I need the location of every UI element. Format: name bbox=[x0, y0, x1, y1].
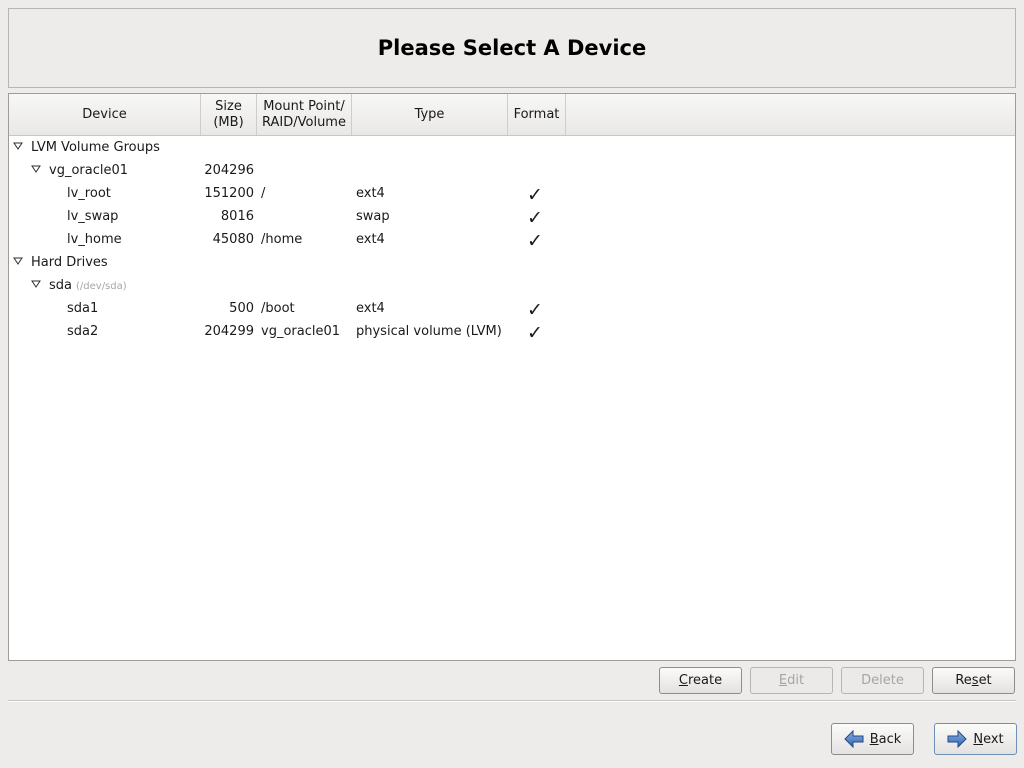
cell-type: ext4 bbox=[356, 301, 385, 316]
delete-button-label: Delete bbox=[861, 673, 904, 688]
cell-type: ext4 bbox=[356, 186, 385, 201]
expander-triangle-icon[interactable] bbox=[31, 163, 41, 173]
cell-mount-point: /boot bbox=[261, 301, 295, 316]
cell-format-check-icon: ✓ bbox=[527, 207, 543, 229]
cell-size: 151200 bbox=[204, 186, 254, 201]
back-rest: ack bbox=[878, 731, 902, 747]
reset-button[interactable]: Reset bbox=[932, 667, 1015, 694]
table-row[interactable]: lv_home 45080/home ext4 ✓ bbox=[9, 229, 1015, 252]
edit-button[interactable]: Edit bbox=[750, 667, 833, 694]
table-row[interactable]: lv_root 151200 / ext4 ✓ bbox=[9, 183, 1015, 206]
cell-device: Hard Drives bbox=[31, 255, 108, 270]
column-format[interactable]: Format bbox=[508, 94, 566, 135]
create-button-label: Create bbox=[679, 673, 722, 688]
create-button[interactable]: Create bbox=[659, 667, 742, 694]
cell-format-check-icon: ✓ bbox=[527, 299, 543, 321]
cell-size: 204299 bbox=[204, 324, 254, 339]
cell-format-check-icon: ✓ bbox=[527, 184, 543, 206]
next-mnemonic: N bbox=[973, 731, 984, 747]
edit-rest: dit bbox=[787, 673, 805, 688]
edit-button-label: Edit bbox=[779, 673, 804, 688]
separator bbox=[8, 700, 1016, 702]
create-mnemonic: C bbox=[678, 673, 688, 688]
table-row[interactable]: LVM Volume Groups bbox=[9, 137, 1015, 160]
cell-mount-point: /home bbox=[261, 232, 303, 247]
reset-post: et bbox=[978, 673, 992, 688]
cell-type: ext4 bbox=[356, 232, 385, 247]
cell-device: vg_oracle01 bbox=[49, 163, 129, 178]
table-row[interactable]: vg_oracle01 204296 bbox=[9, 160, 1015, 183]
back-arrow-icon bbox=[843, 730, 864, 748]
next-arrow-icon bbox=[947, 730, 968, 748]
expander-triangle-icon[interactable] bbox=[13, 140, 23, 150]
next-button[interactable]: Next bbox=[934, 723, 1017, 755]
next-rest: ext bbox=[983, 731, 1004, 747]
cell-device: LVM Volume Groups bbox=[31, 140, 160, 155]
cell-size: 204296 bbox=[204, 163, 254, 178]
cell-size: 8016 bbox=[220, 209, 254, 224]
cell-device-path: (/dev/sda) bbox=[76, 281, 127, 292]
table-row[interactable]: sda (/dev/sda) bbox=[9, 275, 1015, 298]
cell-format-check-icon: ✓ bbox=[527, 230, 543, 252]
create-rest: reate bbox=[687, 673, 723, 688]
back-button-label: Back bbox=[870, 732, 902, 747]
back-button[interactable]: Back bbox=[831, 723, 914, 755]
cell-device: lv_home bbox=[67, 232, 122, 247]
column-size[interactable]: Size (MB) bbox=[201, 94, 257, 135]
expander-triangle-icon[interactable] bbox=[13, 255, 23, 265]
cell-device: sda2 bbox=[67, 324, 99, 339]
cell-type: physical volume (LVM) bbox=[356, 324, 502, 339]
cell-size: 500 bbox=[229, 301, 254, 316]
cell-device: sda1 bbox=[67, 301, 99, 316]
cell-device: lv_root bbox=[67, 186, 111, 201]
edit-mnemonic: E bbox=[778, 673, 788, 688]
reset-pre: Re bbox=[955, 673, 972, 688]
cell-device: lv_swap bbox=[67, 209, 119, 224]
page-title: Please Select A Device bbox=[377, 36, 647, 60]
cell-device: sda bbox=[49, 278, 72, 293]
page-header: Please Select A Device bbox=[8, 8, 1016, 88]
cell-format-check-icon: ✓ bbox=[527, 322, 543, 344]
table-row[interactable]: sda2 204299 vg_oracle01 physical volume (LV… bbox=[9, 321, 1015, 344]
reset-button-label: Reset bbox=[955, 673, 991, 688]
cell-type: swap bbox=[356, 209, 390, 224]
cell-size: 45080 bbox=[212, 232, 254, 247]
table-row[interactable]: Hard Drives bbox=[9, 252, 1015, 275]
reset-mnemonic: s bbox=[971, 673, 979, 688]
column-mount-point[interactable]: Mount Point/ RAID/Volume bbox=[257, 94, 352, 135]
device-tree[interactable]: Device Size (MB) Mount Point/ RAID/Volum… bbox=[8, 93, 1016, 661]
table-row[interactable]: sda1 500/boot ext4 ✓ bbox=[9, 298, 1015, 321]
cell-mount-point: / bbox=[261, 186, 266, 201]
column-device[interactable]: Device bbox=[9, 94, 201, 135]
table-row[interactable]: lv_swap 8016 swap ✓ bbox=[9, 206, 1015, 229]
column-header: Device Size (MB) Mount Point/ RAID/Volum… bbox=[9, 94, 1015, 136]
column-type[interactable]: Type bbox=[352, 94, 508, 135]
expander-triangle-icon[interactable] bbox=[31, 278, 41, 288]
cell-mount-point: vg_oracle01 bbox=[261, 324, 341, 339]
next-button-label: Next bbox=[973, 732, 1003, 747]
delete-button[interactable]: Delete bbox=[841, 667, 924, 694]
back-mnemonic: B bbox=[869, 731, 879, 747]
